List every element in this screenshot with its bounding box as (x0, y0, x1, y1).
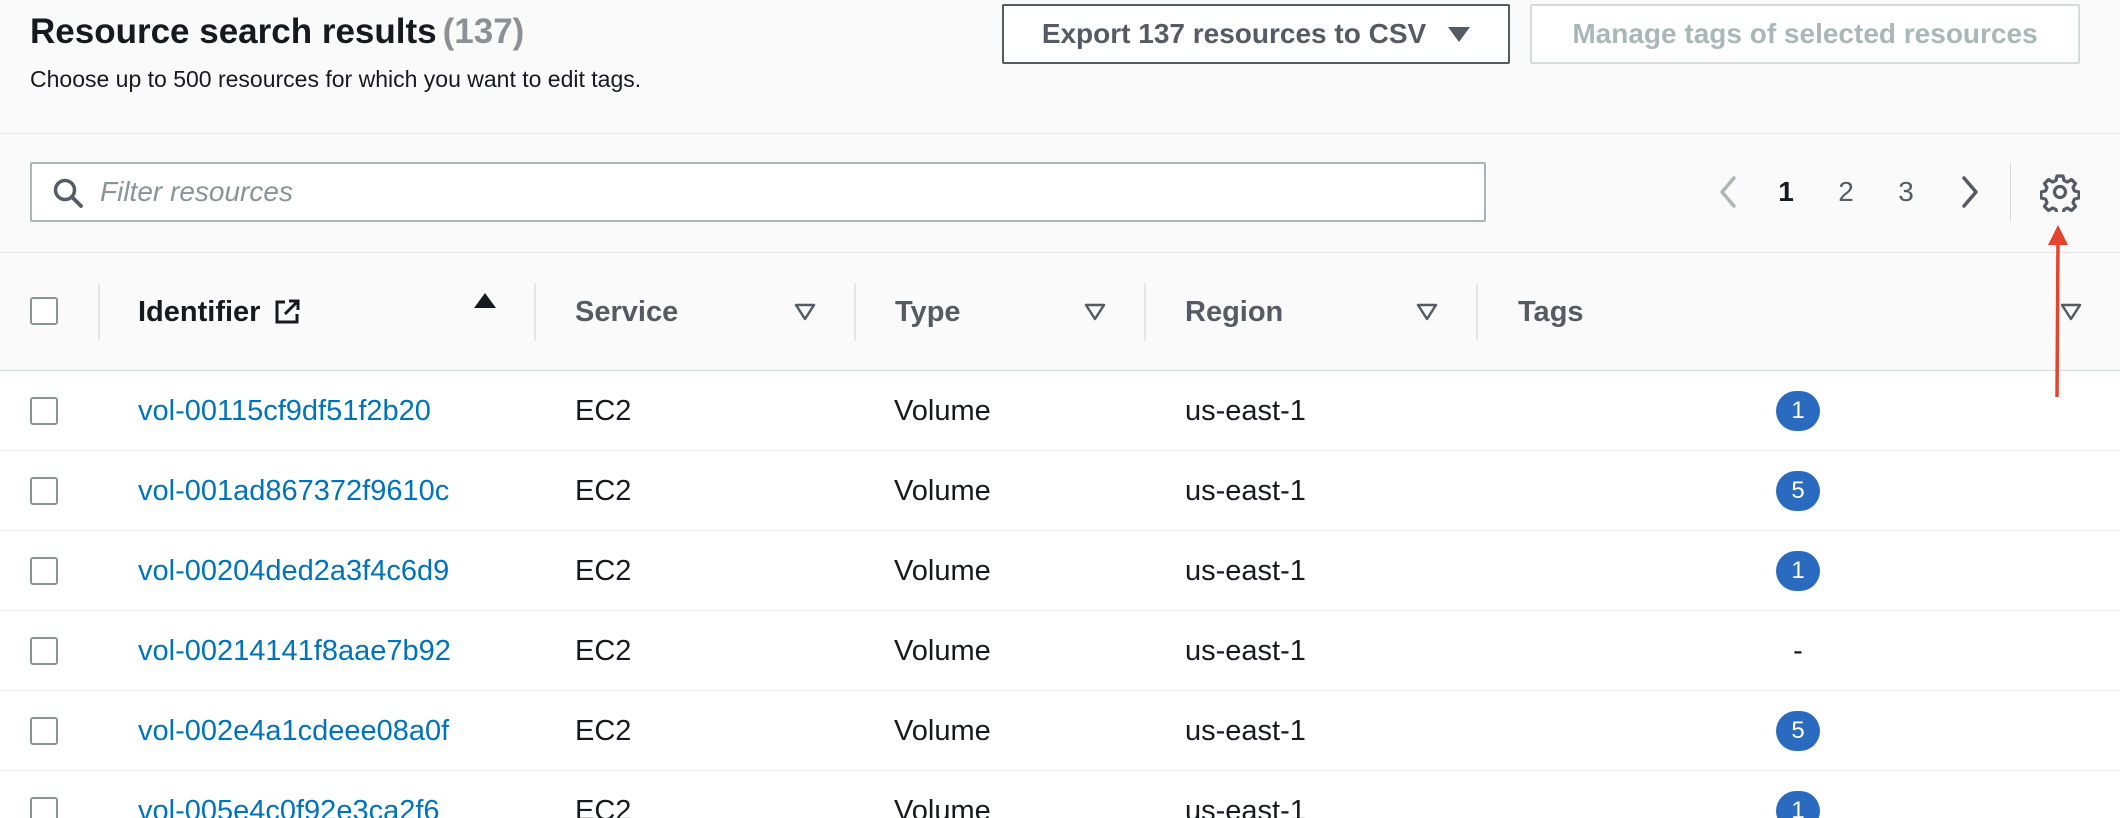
tag-count-badge[interactable]: 5 (1776, 711, 1820, 751)
table-row: vol-00204ded2a3f4c6d9 EC2 Volume us-east… (0, 531, 2120, 611)
page-header: Resource search results (137) Choose up t… (0, 0, 2120, 134)
type-cell: Volume (894, 715, 991, 747)
manage-tags-label: Manage tags of selected resources (1572, 18, 2038, 49)
page-description: Choose up to 500 resources for which you… (30, 66, 642, 92)
service-cell: EC2 (575, 555, 632, 587)
export-csv-label: Export 137 resources to CSV (1041, 18, 1427, 49)
tag-count-empty: - (1793, 635, 1803, 667)
manage-tags-button[interactable]: Manage tags of selected resources (1530, 4, 2080, 64)
column-label-tags: Tags (1518, 295, 1584, 328)
column-separator (1144, 283, 1146, 341)
region-cell: us-east-1 (1185, 395, 1306, 427)
type-cell: Volume (894, 635, 991, 667)
region-cell: us-east-1 (1185, 555, 1306, 587)
column-label-type: Type (895, 295, 961, 328)
export-csv-button[interactable]: Export 137 resources to CSV (1002, 4, 1510, 64)
resource-identifier-link[interactable]: vol-005e4c0f92e3ca2f6 (138, 771, 440, 818)
service-cell: EC2 (575, 795, 632, 818)
region-cell: us-east-1 (1185, 635, 1306, 667)
chevron-right-icon[interactable] (1954, 170, 1984, 214)
column-header-tags[interactable]: Tags (1518, 253, 1584, 371)
resource-identifier-link[interactable]: vol-00214141f8aae7b92 (138, 611, 451, 691)
filter-box[interactable] (30, 162, 1486, 222)
table-toolbar: 1 2 3 (0, 134, 2120, 253)
search-icon (53, 178, 83, 208)
column-header-identifier[interactable]: Identifier (138, 253, 302, 371)
type-cell: Volume (894, 555, 991, 587)
column-label-identifier: Identifier (138, 295, 261, 328)
page-title: Resource search results (137) (30, 12, 524, 52)
region-cell: us-east-1 (1185, 795, 1306, 818)
row-checkbox[interactable] (30, 397, 58, 425)
resource-identifier-link[interactable]: vol-001ad867372f9610c (138, 451, 449, 531)
table-header: Identifier Service Type Region Tags (0, 253, 2120, 371)
sort-unsorted-icon[interactable] (794, 303, 816, 321)
tag-count-badge[interactable]: 1 (1776, 551, 1820, 591)
type-cell: Volume (894, 475, 991, 507)
type-cell: Volume (894, 395, 991, 427)
chevron-left-icon[interactable] (1714, 170, 1744, 214)
page-2-button[interactable]: 2 (1826, 170, 1866, 214)
resource-identifier-link[interactable]: vol-00115cf9df51f2b20 (138, 371, 431, 451)
row-checkbox[interactable] (30, 797, 58, 818)
sort-ascending-icon[interactable] (474, 293, 496, 308)
type-cell: Volume (894, 795, 991, 818)
service-cell: EC2 (575, 635, 632, 667)
region-cell: us-east-1 (1185, 475, 1306, 507)
column-header-type[interactable]: Type (895, 253, 961, 371)
tag-count-badge[interactable]: 1 (1776, 391, 1820, 431)
select-all-checkbox[interactable] (30, 297, 58, 325)
service-cell: EC2 (575, 715, 632, 747)
region-cell: us-east-1 (1185, 715, 1306, 747)
row-checkbox[interactable] (30, 477, 58, 505)
sort-unsorted-icon[interactable] (1084, 303, 1106, 321)
page-title-text: Resource search results (30, 12, 437, 51)
table-row: vol-005e4c0f92e3ca2f6 EC2 Volume us-east… (0, 771, 2120, 818)
table-row: vol-001ad867372f9610c EC2 Volume us-east… (0, 451, 2120, 531)
row-checkbox[interactable] (30, 717, 58, 745)
tag-count-badge[interactable]: 5 (1776, 471, 1820, 511)
annotation-arrow-icon (2048, 225, 2068, 398)
resource-identifier-link[interactable]: vol-00204ded2a3f4c6d9 (138, 531, 449, 611)
resource-identifier-link[interactable]: vol-002e4a1cdeee08a0f (138, 691, 449, 771)
service-cell: EC2 (575, 395, 632, 427)
tag-count-badge[interactable]: 1 (1776, 791, 1820, 818)
column-label-region: Region (1185, 295, 1284, 328)
page-1-button[interactable]: 1 (1766, 170, 1806, 214)
column-header-region[interactable]: Region (1185, 253, 1283, 371)
column-separator (1476, 283, 1478, 341)
table-row: vol-002e4a1cdeee08a0f EC2 Volume us-east… (0, 691, 2120, 771)
row-checkbox[interactable] (30, 557, 58, 585)
table-row: vol-00115cf9df51f2b20 EC2 Volume us-east… (0, 371, 2120, 451)
filter-resources-input[interactable] (100, 172, 1460, 212)
external-link-icon (275, 299, 300, 324)
toolbar-divider (2010, 162, 2011, 222)
column-separator (534, 283, 536, 341)
sort-unsorted-icon[interactable] (1416, 303, 1438, 321)
column-label-service: Service (575, 295, 679, 328)
column-separator (854, 283, 856, 341)
gear-icon[interactable] (2040, 172, 2080, 212)
table-row: vol-00214141f8aae7b92 EC2 Volume us-east… (0, 611, 2120, 691)
caret-down-icon (1448, 26, 1471, 42)
page-3-button[interactable]: 3 (1886, 170, 1926, 214)
service-cell: EC2 (575, 475, 632, 507)
column-header-service[interactable]: Service (575, 253, 678, 371)
column-separator (98, 283, 100, 341)
result-count: (137) (442, 12, 525, 51)
row-checkbox[interactable] (30, 637, 58, 665)
